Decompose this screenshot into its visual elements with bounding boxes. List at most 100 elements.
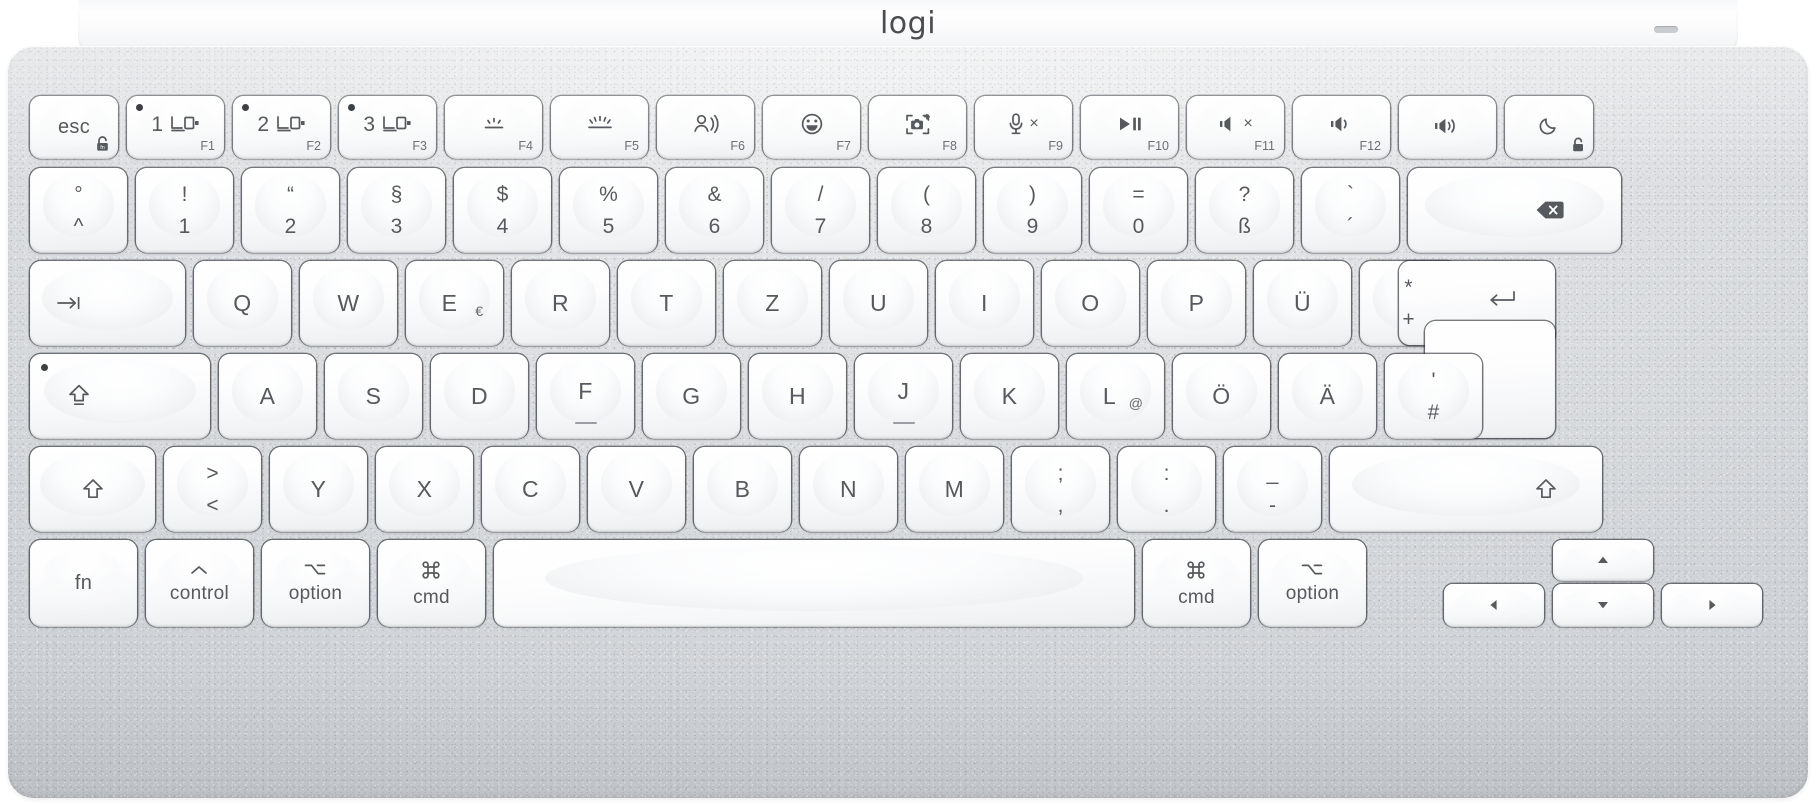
key-e[interactable]: E € bbox=[406, 261, 503, 345]
arrow-up-icon bbox=[1595, 552, 1611, 568]
lock-icon bbox=[1571, 137, 1585, 153]
key-acute[interactable]: ` ´ bbox=[1302, 168, 1399, 252]
key-6[interactable]: & 6 bbox=[666, 168, 763, 252]
key-v[interactable]: V bbox=[588, 447, 685, 531]
key-cmd-left[interactable]: cmd bbox=[378, 540, 485, 626]
channel-indicator-dot bbox=[136, 104, 143, 111]
key-fn[interactable]: fn bbox=[30, 540, 137, 626]
legend-upper: % bbox=[599, 182, 618, 206]
key-underscore[interactable]: _ - bbox=[1224, 447, 1321, 531]
key-t[interactable]: T bbox=[618, 261, 715, 345]
legend-upper: : bbox=[1163, 461, 1170, 485]
key-dictation[interactable]: F6 bbox=[657, 96, 754, 158]
key-play-pause[interactable]: F10 bbox=[1081, 96, 1178, 158]
key-mic-mute[interactable]: × F9 bbox=[975, 96, 1072, 158]
key-volume-up[interactable] bbox=[1399, 96, 1496, 158]
key-8[interactable]: ( 8 bbox=[878, 168, 975, 252]
key-h[interactable]: H bbox=[749, 354, 846, 438]
number-row: ° ^ ! 1 “ 2 § 3 $ 4 % 5 & 6 / 7 (8) 9 … bbox=[30, 168, 1621, 252]
legend-lower: - bbox=[1269, 493, 1276, 517]
key-esc[interactable]: esc fn bbox=[30, 96, 118, 158]
euro-legend: € bbox=[475, 303, 483, 319]
key-colon[interactable]: : . bbox=[1118, 447, 1215, 531]
key-emoji[interactable]: F7 bbox=[763, 96, 860, 158]
key-legend: X bbox=[416, 475, 433, 502]
key-eszett[interactable]: ? ß bbox=[1196, 168, 1293, 252]
key-x[interactable]: X bbox=[376, 447, 473, 531]
key-r[interactable]: R bbox=[512, 261, 609, 345]
key-sleep-lock[interactable] bbox=[1505, 96, 1593, 158]
key-screenshot[interactable]: F8 bbox=[869, 96, 966, 158]
key-m[interactable]: M bbox=[906, 447, 1003, 531]
key-legend: U bbox=[869, 289, 888, 316]
key-g[interactable]: G bbox=[643, 354, 740, 438]
key-1[interactable]: ! 1 bbox=[136, 168, 233, 252]
key-odiaeresis[interactable]: Ö bbox=[1173, 354, 1270, 438]
key-circumflex[interactable]: ° ^ bbox=[30, 168, 127, 252]
key-f[interactable]: F bbox=[537, 354, 634, 438]
key-control-left[interactable]: control bbox=[146, 540, 253, 626]
backspace-icon bbox=[1535, 199, 1565, 221]
key-c[interactable]: C bbox=[482, 447, 579, 531]
key-easy-switch-3[interactable]: 3 F3 bbox=[339, 96, 436, 158]
at-legend: @ bbox=[1128, 395, 1143, 411]
key-volume-mute[interactable]: × F11 bbox=[1187, 96, 1284, 158]
key-4[interactable]: $ 4 bbox=[454, 168, 551, 252]
key-legend: I bbox=[981, 289, 988, 316]
key-legend: P bbox=[1188, 289, 1205, 316]
legend-lower: 3 bbox=[390, 214, 403, 238]
key-arrow-left[interactable] bbox=[1444, 584, 1544, 626]
key-arrow-right[interactable] bbox=[1662, 584, 1762, 626]
key-3[interactable]: § 3 bbox=[348, 168, 445, 252]
key-u[interactable]: U bbox=[830, 261, 927, 345]
key-tab[interactable] bbox=[30, 261, 185, 345]
key-shift-left[interactable] bbox=[30, 447, 155, 531]
key-5[interactable]: % 5 bbox=[560, 168, 657, 252]
key-backlight-up[interactable]: F5 bbox=[551, 96, 648, 158]
lock-fn-icon: fn bbox=[95, 136, 110, 153]
key-less-greater[interactable]: > < bbox=[164, 447, 261, 531]
key-i[interactable]: I bbox=[936, 261, 1033, 345]
legend-lower: ´ bbox=[1347, 214, 1354, 238]
key-a[interactable]: A bbox=[219, 354, 316, 438]
key-adiaeresis[interactable]: Ä bbox=[1279, 354, 1376, 438]
key-legend: S bbox=[365, 382, 382, 409]
key-option-left[interactable]: option bbox=[262, 540, 369, 626]
key-backspace[interactable] bbox=[1408, 168, 1621, 252]
key-p[interactable]: P bbox=[1148, 261, 1245, 345]
key-arrow-down[interactable] bbox=[1553, 584, 1653, 626]
key-7[interactable]: / 7 bbox=[772, 168, 869, 252]
key-s[interactable]: S bbox=[325, 354, 422, 438]
key-l[interactable]: L @ bbox=[1067, 354, 1164, 438]
key-shift-right[interactable] bbox=[1330, 447, 1602, 531]
key-arrow-up[interactable] bbox=[1553, 540, 1653, 580]
key-easy-switch-2[interactable]: 2 F2 bbox=[233, 96, 330, 158]
key-legend: M bbox=[944, 475, 965, 502]
key-q[interactable]: Q bbox=[194, 261, 291, 345]
key-cmd-right[interactable]: cmd bbox=[1143, 540, 1250, 626]
key-k[interactable]: K bbox=[961, 354, 1058, 438]
key-udiaeresis[interactable]: Ü bbox=[1254, 261, 1351, 345]
key-y[interactable]: Y bbox=[270, 447, 367, 531]
key-space[interactable] bbox=[494, 540, 1134, 626]
easy-switch-2-number: 2 bbox=[257, 112, 270, 136]
key-d[interactable]: D bbox=[431, 354, 528, 438]
key-backlight-down[interactable]: F4 bbox=[445, 96, 542, 158]
key-0[interactable]: = 0 bbox=[1090, 168, 1187, 252]
key-n[interactable]: N bbox=[800, 447, 897, 531]
key-o[interactable]: O bbox=[1042, 261, 1139, 345]
key-hash[interactable]: ' # bbox=[1385, 354, 1482, 438]
key-j[interactable]: J bbox=[855, 354, 952, 438]
key-z[interactable]: Z bbox=[724, 261, 821, 345]
key-easy-switch-1[interactable]: 1 F1 bbox=[127, 96, 224, 158]
key-9[interactable]: ) 9 bbox=[984, 168, 1081, 252]
key-w[interactable]: W bbox=[300, 261, 397, 345]
legend-upper: ` bbox=[1347, 182, 1354, 206]
key-volume-down[interactable]: F12 bbox=[1293, 96, 1390, 158]
key-semicolon[interactable]: ; , bbox=[1012, 447, 1109, 531]
key-2[interactable]: “ 2 bbox=[242, 168, 339, 252]
key-caps-lock[interactable] bbox=[30, 354, 210, 438]
mute-x-glyph: × bbox=[1029, 115, 1039, 132]
key-b[interactable]: B bbox=[694, 447, 791, 531]
key-option-right[interactable]: option bbox=[1259, 540, 1366, 626]
